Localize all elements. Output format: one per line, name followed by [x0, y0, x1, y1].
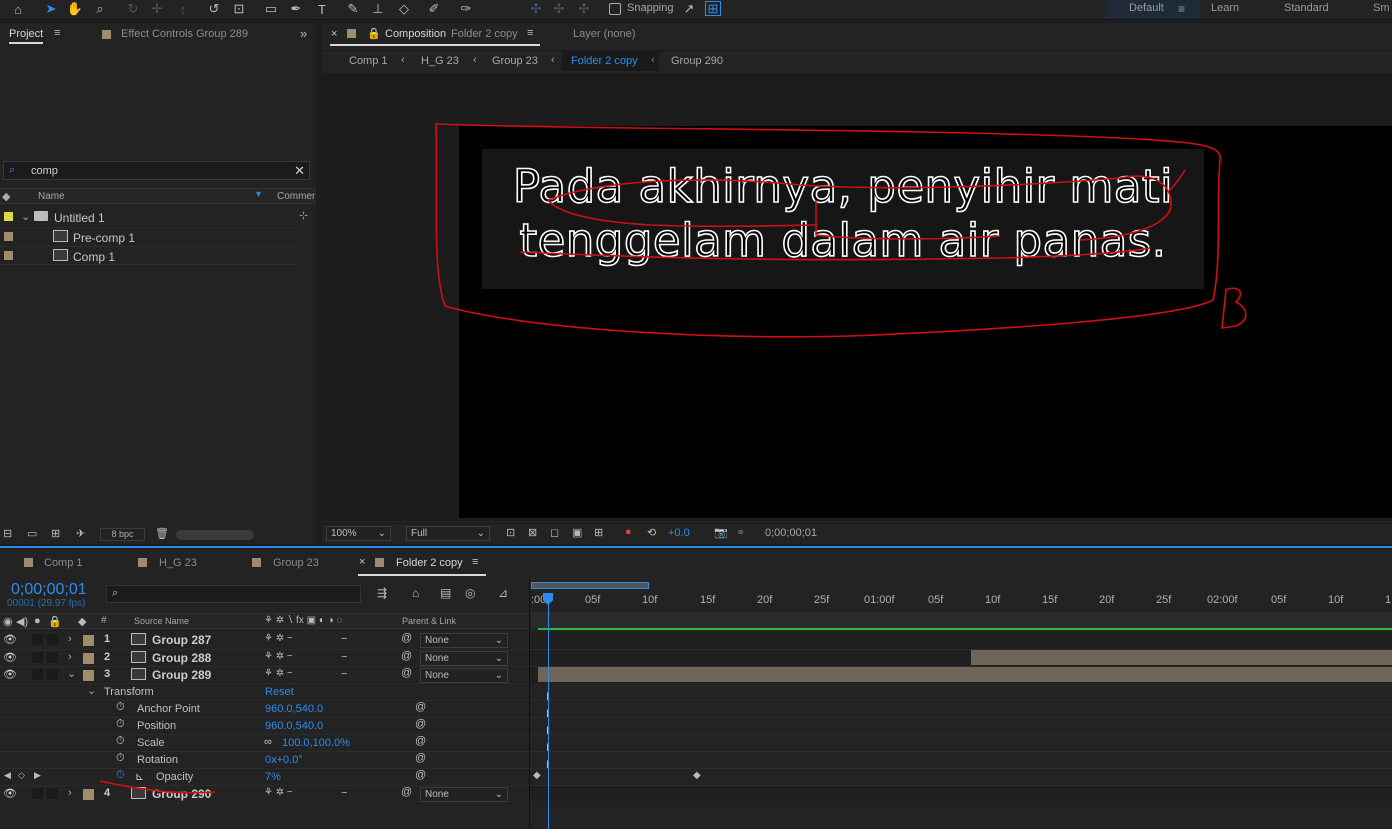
- annotation-tick: [1169, 169, 1186, 191]
- annotation-underline-1: [547, 175, 1172, 241]
- annotation-letter-b: [1221, 287, 1247, 329]
- annotation-loop: [435, 123, 1221, 338]
- annotation-layer: [99, 123, 1247, 794]
- annotation-strike: [519, 247, 1151, 261]
- annotation-underline-2: [547, 199, 817, 228]
- annotation-opacity-mark: [99, 780, 216, 794]
- annotation-box: [815, 200, 1001, 240]
